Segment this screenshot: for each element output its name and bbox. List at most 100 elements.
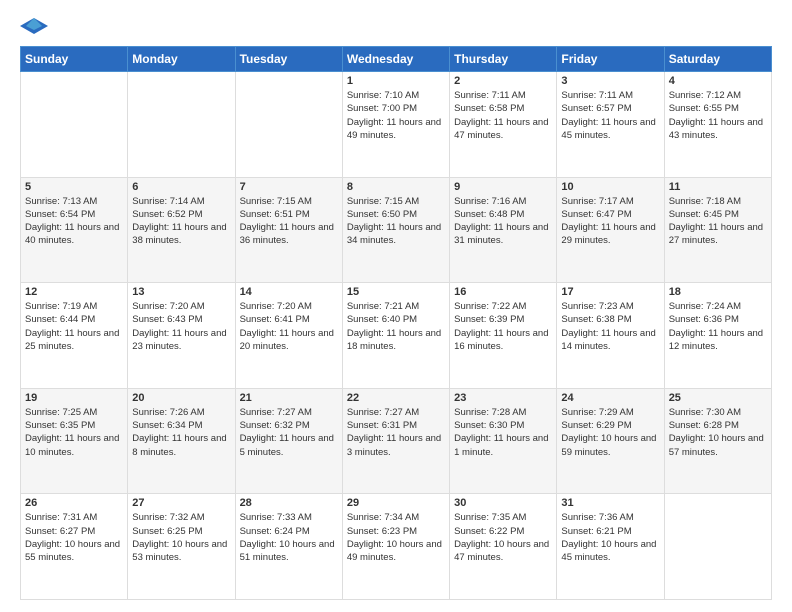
col-thursday: Thursday [450, 47, 557, 72]
day-info: Sunrise: 7:28 AMSunset: 6:30 PMDaylight:… [454, 406, 552, 459]
page: Sunday Monday Tuesday Wednesday Thursday… [0, 0, 792, 612]
day-info: Sunrise: 7:30 AMSunset: 6:28 PMDaylight:… [669, 406, 767, 459]
calendar-cell: 16 Sunrise: 7:22 AMSunset: 6:39 PMDayligh… [450, 283, 557, 389]
day-number: 29 [347, 497, 445, 509]
day-number: 30 [454, 497, 552, 509]
day-number: 27 [132, 497, 230, 509]
day-info: Sunrise: 7:23 AMSunset: 6:38 PMDaylight:… [561, 300, 659, 353]
day-number: 31 [561, 497, 659, 509]
calendar-cell: 4 Sunrise: 7:12 AMSunset: 6:55 PMDaylight… [664, 72, 771, 178]
calendar-cell: 9 Sunrise: 7:16 AMSunset: 6:48 PMDaylight… [450, 177, 557, 283]
calendar-cell: 18Sunrise: 7:24 AMSunset: 6:36 PMDayligh… [664, 283, 771, 389]
day-number: 17 [561, 286, 659, 298]
day-info: Sunrise: 7:16 AMSunset: 6:48 PMDaylight:… [454, 195, 552, 248]
calendar-cell: 10 Sunrise: 7:17 AMSunset: 6:47 PMDayligh… [557, 177, 664, 283]
calendar-table: Sunday Monday Tuesday Wednesday Thursday… [20, 46, 772, 600]
calendar-cell: 31 Sunrise: 7:36 AMSunset: 6:21 PMDayligh… [557, 494, 664, 600]
calendar-cell: 5 Sunrise: 7:13 AMSunset: 6:54 PMDaylight… [21, 177, 128, 283]
calendar-cell [664, 494, 771, 600]
day-info: Sunrise: 7:27 AMSunset: 6:31 PMDaylight:… [347, 406, 445, 459]
calendar-cell: 14 Sunrise: 7:20 AMSunset: 6:41 PMDayligh… [235, 283, 342, 389]
day-info: Sunrise: 7:11 AMSunset: 6:57 PMDaylight:… [561, 89, 659, 142]
day-info: Sunrise: 7:18 AMSunset: 6:45 PMDaylight:… [669, 195, 767, 248]
col-friday: Friday [557, 47, 664, 72]
calendar-cell: 27Sunrise: 7:32 AMSunset: 6:25 PMDayligh… [128, 494, 235, 600]
col-monday: Monday [128, 47, 235, 72]
col-tuesday: Tuesday [235, 47, 342, 72]
calendar-cell: 2Sunrise: 7:11 AMSunset: 6:58 PMDaylight… [450, 72, 557, 178]
calendar-cell: 25 Sunrise: 7:30 AMSunset: 6:28 PMDayligh… [664, 388, 771, 494]
day-info: Sunrise: 7:35 AMSunset: 6:22 PMDaylight:… [454, 511, 552, 564]
day-number: 1 [347, 75, 445, 87]
col-wednesday: Wednesday [342, 47, 449, 72]
day-number: 22 [347, 392, 445, 404]
day-number: 6 [132, 181, 230, 193]
day-number: 18 [669, 286, 767, 298]
header [20, 16, 772, 36]
day-info: Sunrise: 7:11 AMSunset: 6:58 PMDaylight:… [454, 89, 552, 142]
day-number: 24 [561, 392, 659, 404]
day-number: 4 [669, 75, 767, 87]
day-number: 23 [454, 392, 552, 404]
day-info: Sunrise: 7:17 AMSunset: 6:47 PMDaylight:… [561, 195, 659, 248]
day-number: 16 [454, 286, 552, 298]
logo-icon [20, 16, 48, 36]
day-number: 20 [132, 392, 230, 404]
day-number: 12 [25, 286, 123, 298]
calendar-cell: 20Sunrise: 7:26 AMSunset: 6:34 PMDayligh… [128, 388, 235, 494]
calendar-cell: 6Sunrise: 7:14 AMSunset: 6:52 PMDaylight… [128, 177, 235, 283]
day-info: Sunrise: 7:33 AMSunset: 6:24 PMDaylight:… [240, 511, 338, 564]
calendar-week-5: 26 Sunrise: 7:31 AMSunset: 6:27 PMDayligh… [21, 494, 772, 600]
day-number: 7 [240, 181, 338, 193]
calendar-cell: 3 Sunrise: 7:11 AMSunset: 6:57 PMDaylight… [557, 72, 664, 178]
calendar-cell: 1Sunrise: 7:10 AMSunset: 7:00 PMDaylight… [342, 72, 449, 178]
day-number: 5 [25, 181, 123, 193]
day-number: 10 [561, 181, 659, 193]
col-saturday: Saturday [664, 47, 771, 72]
day-info: Sunrise: 7:22 AMSunset: 6:39 PMDaylight:… [454, 300, 552, 353]
calendar-week-2: 5 Sunrise: 7:13 AMSunset: 6:54 PMDaylight… [21, 177, 772, 283]
day-number: 19 [25, 392, 123, 404]
day-info: Sunrise: 7:36 AMSunset: 6:21 PMDaylight:… [561, 511, 659, 564]
day-info: Sunrise: 7:31 AMSunset: 6:27 PMDaylight:… [25, 511, 123, 564]
calendar-cell: 22 Sunrise: 7:27 AMSunset: 6:31 PMDayligh… [342, 388, 449, 494]
day-info: Sunrise: 7:27 AMSunset: 6:32 PMDaylight:… [240, 406, 338, 459]
calendar-week-3: 12 Sunrise: 7:19 AMSunset: 6:44 PMDayligh… [21, 283, 772, 389]
day-info: Sunrise: 7:20 AMSunset: 6:43 PMDaylight:… [132, 300, 230, 353]
day-number: 8 [347, 181, 445, 193]
calendar-cell: 11 Sunrise: 7:18 AMSunset: 6:45 PMDayligh… [664, 177, 771, 283]
day-info: Sunrise: 7:29 AMSunset: 6:29 PMDaylight:… [561, 406, 659, 459]
calendar-cell: 13 Sunrise: 7:20 AMSunset: 6:43 PMDayligh… [128, 283, 235, 389]
calendar-cell: 7Sunrise: 7:15 AMSunset: 6:51 PMDaylight… [235, 177, 342, 283]
day-info: Sunrise: 7:12 AMSunset: 6:55 PMDaylight:… [669, 89, 767, 142]
day-number: 9 [454, 181, 552, 193]
calendar-cell: 17 Sunrise: 7:23 AMSunset: 6:38 PMDayligh… [557, 283, 664, 389]
day-number: 25 [669, 392, 767, 404]
calendar-cell: 30 Sunrise: 7:35 AMSunset: 6:22 PMDayligh… [450, 494, 557, 600]
day-number: 28 [240, 497, 338, 509]
calendar-cell: 12 Sunrise: 7:19 AMSunset: 6:44 PMDayligh… [21, 283, 128, 389]
day-info: Sunrise: 7:21 AMSunset: 6:40 PMDaylight:… [347, 300, 445, 353]
logo [20, 16, 50, 36]
calendar-week-1: 1Sunrise: 7:10 AMSunset: 7:00 PMDaylight… [21, 72, 772, 178]
calendar-cell: 19Sunrise: 7:25 AMSunset: 6:35 PMDayligh… [21, 388, 128, 494]
day-number: 11 [669, 181, 767, 193]
calendar-cell: 15 Sunrise: 7:21 AMSunset: 6:40 PMDayligh… [342, 283, 449, 389]
calendar-cell [235, 72, 342, 178]
calendar-cell [128, 72, 235, 178]
day-number: 13 [132, 286, 230, 298]
day-number: 26 [25, 497, 123, 509]
calendar-cell [21, 72, 128, 178]
day-info: Sunrise: 7:34 AMSunset: 6:23 PMDaylight:… [347, 511, 445, 564]
calendar-cell: 26 Sunrise: 7:31 AMSunset: 6:27 PMDayligh… [21, 494, 128, 600]
day-info: Sunrise: 7:13 AMSunset: 6:54 PMDaylight:… [25, 195, 123, 248]
col-sunday: Sunday [21, 47, 128, 72]
day-info: Sunrise: 7:20 AMSunset: 6:41 PMDaylight:… [240, 300, 338, 353]
header-row: Sunday Monday Tuesday Wednesday Thursday… [21, 47, 772, 72]
day-number: 3 [561, 75, 659, 87]
calendar-cell: 21Sunrise: 7:27 AMSunset: 6:32 PMDayligh… [235, 388, 342, 494]
day-number: 15 [347, 286, 445, 298]
day-number: 14 [240, 286, 338, 298]
day-info: Sunrise: 7:19 AMSunset: 6:44 PMDaylight:… [25, 300, 123, 353]
calendar-cell: 29 Sunrise: 7:34 AMSunset: 6:23 PMDayligh… [342, 494, 449, 600]
